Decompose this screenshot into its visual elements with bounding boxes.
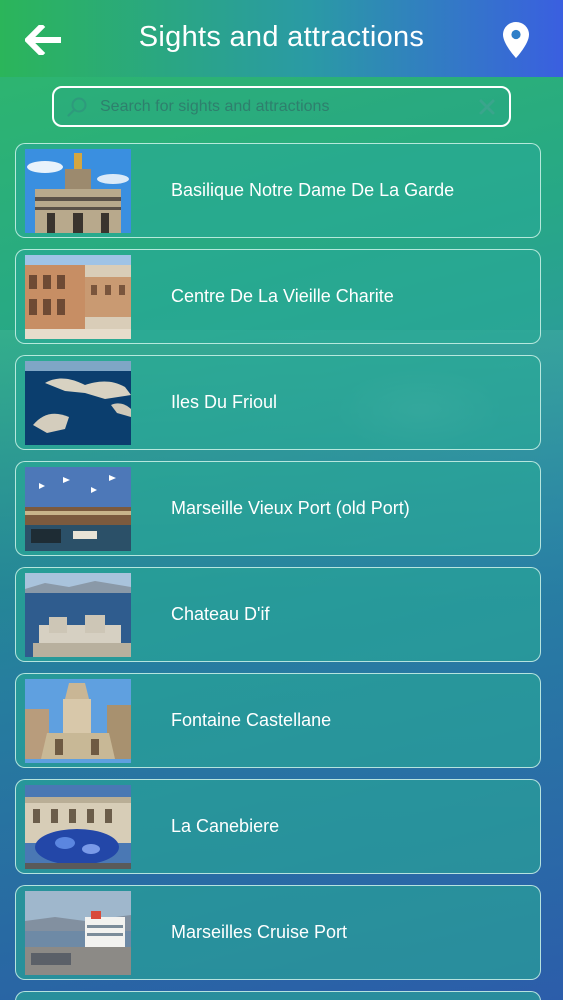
search-bar [52,86,511,127]
list-item-label: Marseille Vieux Port (old Port) [171,498,410,518]
list-item[interactable]: Marseille Vieux Port (old Port) [15,461,541,556]
clear-search-button[interactable] [477,97,497,117]
chateau-dif-thumbnail [25,572,131,657]
map-button[interactable] [499,20,533,60]
list-item[interactable]: Centre De La Vieille Charite [15,249,541,344]
list-item[interactable]: Iles Du Frioul [15,355,541,450]
list-item-label: Iles Du Frioul [171,392,278,412]
attractions-list: Basilique Notre Dame De La Garde Centre [15,143,541,991]
list-item[interactable]: La Canebiere [15,779,541,874]
search-icon [67,97,87,117]
search-input[interactable] [100,97,477,116]
list-item-label: Chateau D'if [171,604,270,624]
list-item-label: Fontaine Castellane [171,710,332,730]
list-item[interactable]: Basilique Notre Dame De La Garde [15,143,541,238]
list-item-label: La Canebiere [171,816,280,836]
arrow-left-icon [25,25,61,55]
frioul-thumbnail [25,360,131,445]
charite-thumbnail [25,254,131,339]
list-item[interactable]: Chateau D'if [15,567,541,662]
vieux-port-thumbnail [25,466,131,551]
list-item-label: Centre De La Vieille Charite [171,286,394,306]
list-item[interactable]: Marseilles Cruise Port [15,885,541,980]
list-item-label: Basilique Notre Dame De La Garde [171,180,455,200]
fontaine-thumbnail [25,678,131,763]
list-item-label: Marseilles Cruise Port [171,922,348,942]
close-icon [479,99,495,114]
canebiere-thumbnail [25,784,131,869]
cruise-port-thumbnail [25,890,131,975]
page-title: Sights and attractions [138,21,425,53]
app-header: Sights and attractions [0,0,563,77]
back-button[interactable] [24,22,64,58]
basilica-thumbnail [25,148,131,233]
list-item-partial[interactable] [15,991,541,1000]
map-pin-icon [503,22,529,58]
list-item[interactable]: Fontaine Castellane [15,673,541,768]
